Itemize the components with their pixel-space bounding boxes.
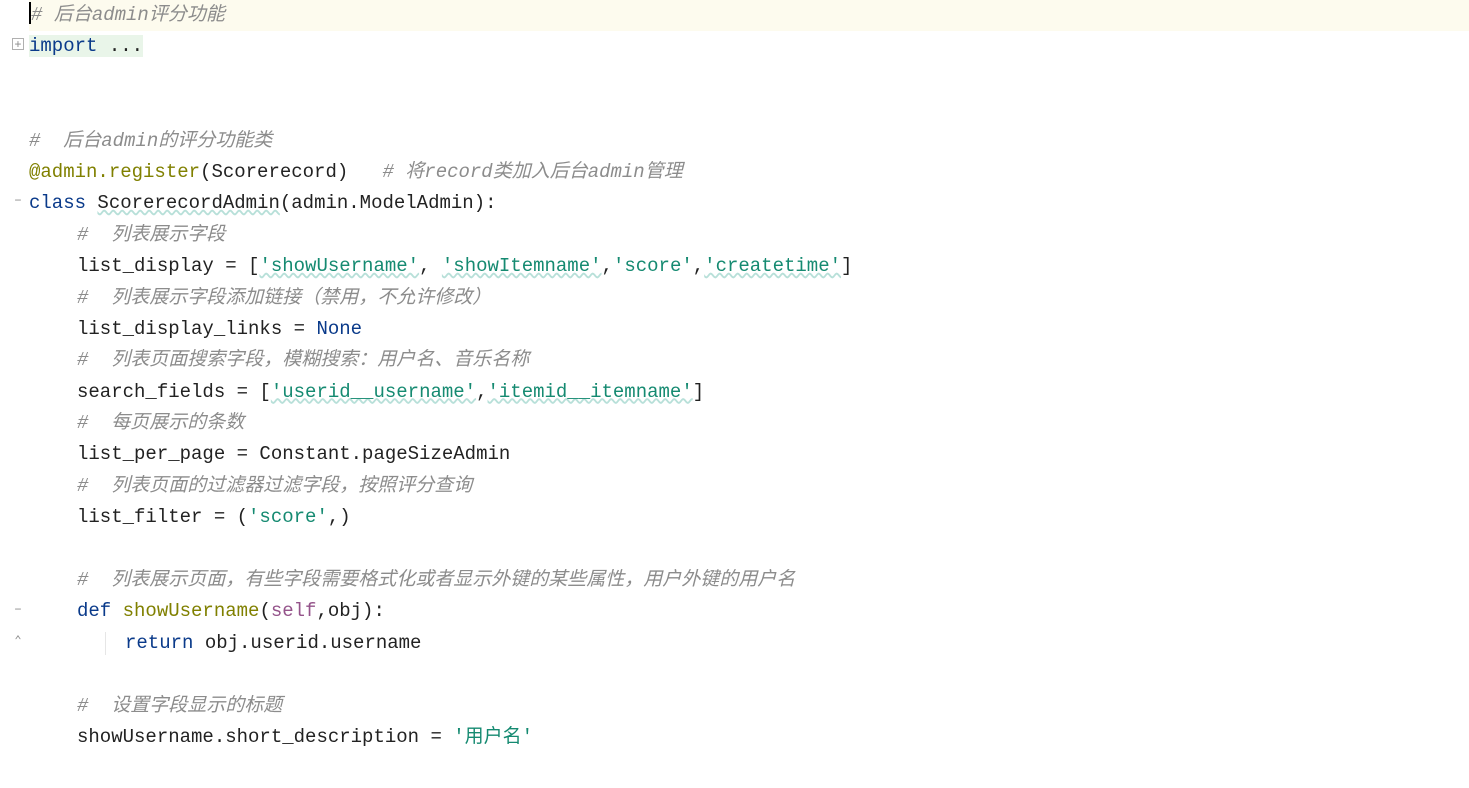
code-line[interactable] xyxy=(29,659,1469,690)
code-line[interactable]: list_per_page = Constant.pageSizeAdmin xyxy=(29,439,1469,470)
editor-gutter: + − − ⌃ xyxy=(0,0,26,788)
fold-marker-collapsed[interactable]: + xyxy=(12,38,24,50)
code-line[interactable]: # 后台admin的评分功能类 xyxy=(29,126,1469,157)
code-line[interactable]: list_display = ['showUsername', 'showIte… xyxy=(29,251,1469,282)
fold-marker-close[interactable]: ⌃ xyxy=(12,635,24,647)
code-line[interactable]: list_filter = ('score',) xyxy=(29,502,1469,533)
text-caret xyxy=(29,2,31,24)
code-line[interactable]: list_display_links = None xyxy=(29,314,1469,345)
code-line[interactable]: search_fields = ['userid__username','ite… xyxy=(29,377,1469,408)
code-line[interactable] xyxy=(29,94,1469,125)
code-line[interactable]: import ... xyxy=(29,31,1469,62)
code-line[interactable] xyxy=(29,63,1469,94)
code-line[interactable]: class ScorerecordAdmin(admin.ModelAdmin)… xyxy=(29,188,1469,219)
code-line[interactable]: def showUsername(self,obj): xyxy=(29,596,1469,627)
code-line[interactable]: # 后台admin评分功能 xyxy=(29,0,1469,31)
code-editor[interactable]: # 后台admin评分功能 import ... # 后台admin的评分功能类… xyxy=(29,0,1469,753)
fold-marker-expanded[interactable]: − xyxy=(12,195,24,207)
code-line[interactable]: # 列表展示字段添加链接（禁用，不允许修改） xyxy=(29,283,1469,314)
code-line[interactable]: return obj.userid.username xyxy=(29,628,1469,659)
fold-marker-expanded[interactable]: − xyxy=(12,604,24,616)
code-line[interactable]: # 每页展示的条数 xyxy=(29,408,1469,439)
code-line[interactable]: # 列表展示页面，有些字段需要格式化或者显示外键的某些属性，用户外键的用户名 xyxy=(29,565,1469,596)
code-line[interactable]: @admin.register(Scorerecord) # 将record类加… xyxy=(29,157,1469,188)
code-line[interactable]: showUsername.short_description = '用户名' xyxy=(29,722,1469,753)
code-line[interactable]: # 设置字段显示的标题 xyxy=(29,691,1469,722)
code-line[interactable] xyxy=(29,534,1469,565)
indent-guide xyxy=(105,632,106,655)
code-line[interactable]: # 列表页面的过滤器过滤字段，按照评分查询 xyxy=(29,471,1469,502)
code-line[interactable]: # 列表页面搜索字段，模糊搜索：用户名、音乐名称 xyxy=(29,345,1469,376)
code-line[interactable]: # 列表展示字段 xyxy=(29,220,1469,251)
